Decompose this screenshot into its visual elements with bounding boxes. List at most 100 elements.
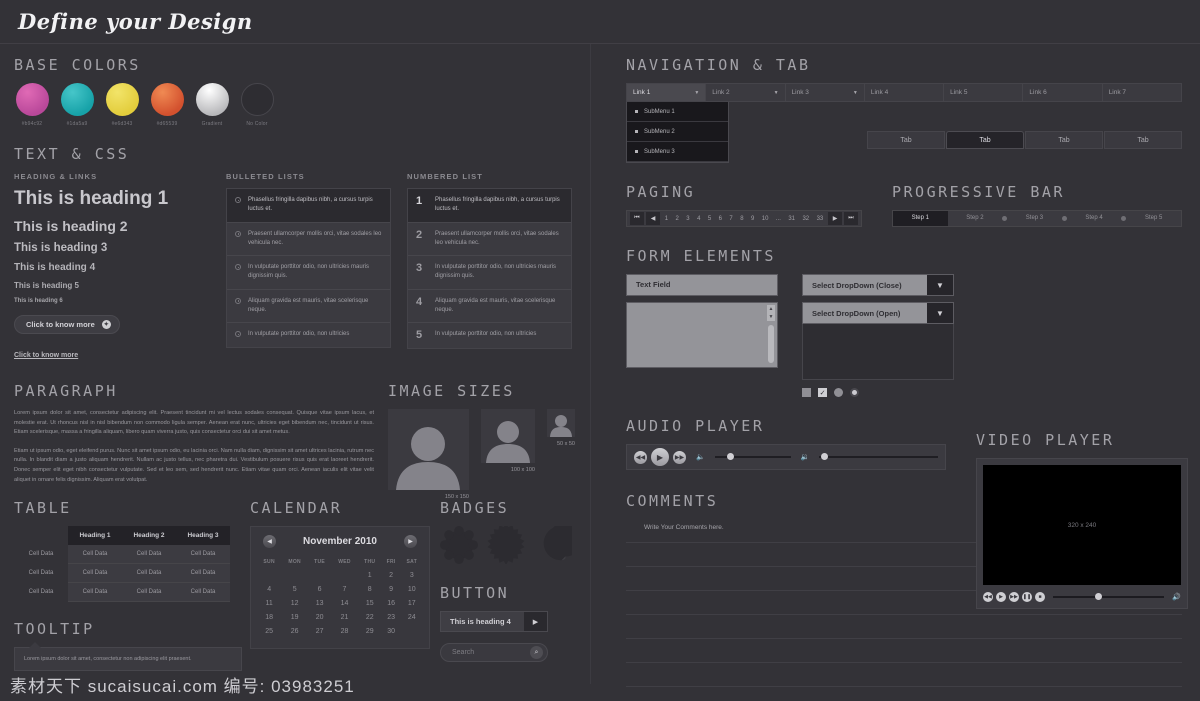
calendar-day[interactable]: 10 <box>401 582 423 596</box>
swatch-gradient[interactable]: Gradient <box>194 83 230 127</box>
page-number[interactable]: 8 <box>740 216 743 222</box>
audio-seek-bar[interactable] <box>819 453 938 460</box>
swatch-pink[interactable]: #b94c92 <box>14 83 50 127</box>
calendar-day[interactable]: 29 <box>358 624 382 638</box>
page-number[interactable]: 1 <box>665 216 668 222</box>
calendar-day[interactable]: 28 <box>331 624 358 638</box>
textarea-scrollbar[interactable]: ▲ ▼ <box>767 305 775 365</box>
comment-line[interactable] <box>626 663 1182 687</box>
swatch-orange[interactable]: #d65539 <box>149 83 185 127</box>
calendar-day[interactable]: 30 <box>382 624 401 638</box>
primary-button[interactable]: This is heading 4 ▶ <box>440 611 548 632</box>
swatch-no-color[interactable]: No Color <box>239 83 275 127</box>
audio-volume-slider[interactable] <box>714 453 791 460</box>
radio-unselected[interactable] <box>834 388 843 397</box>
page-number[interactable]: 31 <box>788 216 795 222</box>
page-number[interactable]: 4 <box>697 216 700 222</box>
search-input[interactable]: Search <box>452 649 530 656</box>
comment-line[interactable] <box>626 639 1182 663</box>
list-item[interactable]: 3 In vulputate porttitor odio, non ultric… <box>408 256 571 290</box>
submenu-item-2[interactable]: SubMenu 2 <box>627 122 728 142</box>
nav-link-2[interactable]: Link 2 ▼ <box>706 84 786 101</box>
page-number[interactable]: 10 <box>762 216 769 222</box>
nav-link-3[interactable]: Link 3 ▼ <box>786 84 865 101</box>
seek-knob[interactable] <box>820 453 828 460</box>
calendar-day[interactable]: 17 <box>401 596 423 610</box>
swatch-yellow[interactable]: #e6d343 <box>104 83 140 127</box>
click-to-know-more-button[interactable]: Click to know more ✦ <box>14 315 120 334</box>
starburst-badge-icon[interactable] <box>487 526 525 564</box>
calendar-day[interactable]: 25 <box>257 624 281 638</box>
radio-selected[interactable] <box>850 388 859 397</box>
list-item[interactable]: Phasellus fringilla dapibus nibh, a curs… <box>227 189 390 223</box>
nav-link-5[interactable]: Link 5 <box>944 84 1024 101</box>
calendar-day[interactable]: 19 <box>281 610 308 624</box>
stop-icon[interactable]: ■ <box>1035 592 1045 602</box>
page-number[interactable]: 32 <box>802 216 809 222</box>
calendar-day[interactable]: 7 <box>331 582 358 596</box>
calendar-day[interactable]: 12 <box>281 596 308 610</box>
list-item[interactable]: 2 Praesent ullamcorper mollis orci, vitae… <box>408 223 571 257</box>
progress-step-4[interactable]: Step 4 <box>1067 211 1122 226</box>
page-number[interactable]: 7 <box>729 216 732 222</box>
calendar-day[interactable]: 11 <box>257 596 281 610</box>
calendar-day[interactable] <box>401 624 423 638</box>
list-item[interactable]: In vulputate porttitor odio, non ultrici… <box>227 323 390 346</box>
scroll-up-icon[interactable]: ▲ <box>767 305 775 313</box>
scrollbar-thumb[interactable] <box>768 325 774 363</box>
textarea-input[interactable]: ▲ ▼ <box>626 302 778 368</box>
volume-knob[interactable] <box>726 453 734 460</box>
calendar-day[interactable]: 2 <box>382 568 401 582</box>
video-seek-bar[interactable] <box>1053 593 1165 600</box>
calendar-day[interactable]: 8 <box>358 582 382 596</box>
swatch-teal[interactable]: #1da5a9 <box>59 83 95 127</box>
calendar-next-button[interactable]: ▶ <box>404 535 417 548</box>
calendar-day[interactable] <box>281 568 308 582</box>
calendar-prev-button[interactable]: ◀ <box>263 535 276 548</box>
calendar-day[interactable]: 1 <box>358 568 382 582</box>
scroll-down-icon[interactable]: ▼ <box>767 313 775 321</box>
progress-step-5[interactable]: Step 5 <box>1126 211 1181 226</box>
calendar-day[interactable]: 13 <box>308 596 331 610</box>
video-screen[interactable]: 320 x 240 <box>983 465 1181 585</box>
page-next-button[interactable]: ▶ <box>828 212 842 225</box>
pause-icon[interactable]: ❚❚ <box>1022 592 1032 602</box>
nav-link-1[interactable]: Link 1 ▼ <box>627 84 707 101</box>
rewind-icon[interactable]: ◀◀ <box>983 592 993 602</box>
calendar-day[interactable] <box>331 568 358 582</box>
search-icon[interactable]: ⌕ <box>530 646 543 659</box>
calendar-day[interactable]: 24 <box>401 610 423 624</box>
calendar-day[interactable]: 22 <box>358 610 382 624</box>
calendar-day[interactable]: 14 <box>331 596 358 610</box>
progress-step-3[interactable]: Step 3 <box>1007 211 1062 226</box>
calendar-day[interactable]: 18 <box>257 610 281 624</box>
page-first-button[interactable]: ⏮ <box>630 212 644 225</box>
calendar-day[interactable]: 16 <box>382 596 401 610</box>
select-options-panel[interactable] <box>802 324 954 380</box>
forward-icon[interactable]: ▶▶ <box>673 450 686 464</box>
page-number[interactable]: 6 <box>719 216 722 222</box>
page-number[interactable]: 33 <box>817 216 824 222</box>
calendar-day[interactable]: 26 <box>281 624 308 638</box>
search-box[interactable]: Search ⌕ <box>440 643 548 662</box>
play-icon[interactable]: ▶ <box>651 448 669 466</box>
nav-link-7[interactable]: Link 7 <box>1103 84 1181 101</box>
page-number[interactable]: 5 <box>708 216 711 222</box>
checkbox-unchecked[interactable] <box>802 388 811 397</box>
click-to-know-more-link[interactable]: Click to know more <box>14 352 78 359</box>
comment-line[interactable] <box>626 615 1182 639</box>
scalloped-badge-icon[interactable] <box>440 526 478 564</box>
rewind-icon[interactable]: ◀◀ <box>634 450 647 464</box>
page-number[interactable]: 9 <box>751 216 754 222</box>
calendar-day[interactable]: 21 <box>331 610 358 624</box>
list-item[interactable]: 5 In vulputate porttitor odio, non ultric… <box>408 323 571 348</box>
volume-icon[interactable]: 🔊 <box>1172 593 1181 601</box>
calendar-day[interactable]: 9 <box>382 582 401 596</box>
calendar-day[interactable] <box>257 568 281 582</box>
calendar-day[interactable] <box>308 568 331 582</box>
volume-low-icon[interactable]: 🔈 <box>696 453 705 461</box>
progress-step-2[interactable]: Step 2 <box>948 211 1003 226</box>
folded-corner-badge-icon[interactable] <box>534 526 572 564</box>
select-dropdown-open[interactable]: Select DropDown (Open) ▼ <box>802 302 954 324</box>
list-item[interactable]: Praesent ullamcorper mollis orci, vitae … <box>227 223 390 257</box>
